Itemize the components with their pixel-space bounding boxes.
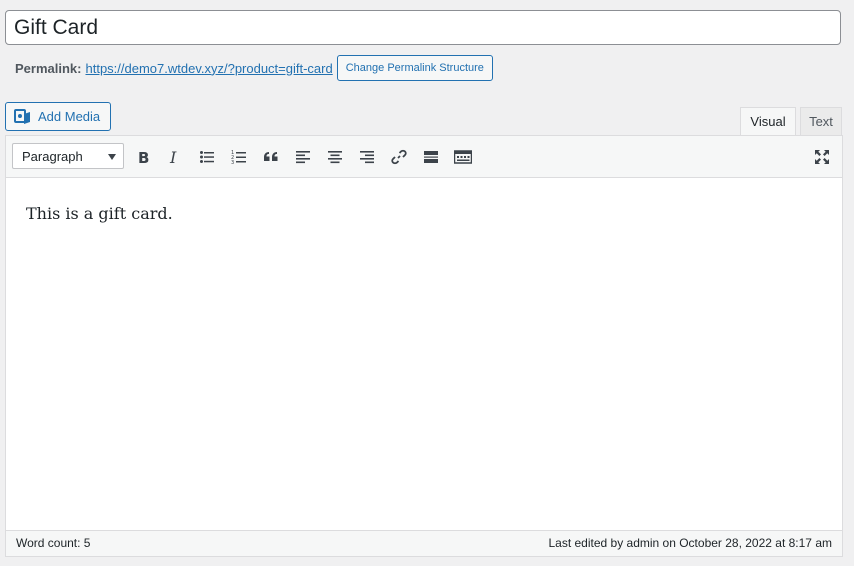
fullscreen-icon	[815, 150, 829, 164]
add-media-button[interactable]: Add Media	[5, 102, 111, 131]
format-select[interactable]: Paragraph	[12, 143, 124, 169]
last-edited: Last edited by admin on October 28, 2022…	[548, 536, 832, 550]
insert-link-button[interactable]	[385, 144, 413, 170]
format-select-value: Paragraph	[22, 148, 83, 164]
chevron-down-icon	[108, 154, 116, 160]
bulleted-list-button[interactable]	[193, 144, 221, 170]
read-more-icon	[424, 151, 438, 163]
blockquote-button[interactable]	[257, 144, 285, 170]
editor-content[interactable]: This is a gift card.	[26, 204, 173, 223]
tab-text[interactable]: Text	[800, 107, 842, 136]
svg-text:B: B	[138, 149, 149, 165]
align-left-icon	[296, 151, 310, 164]
permalink-label: Permalink:	[15, 60, 82, 76]
editor-container: Paragraph B I 1 2 3 This is a gift card.…	[5, 135, 843, 557]
word-count: Word count: 5	[16, 536, 91, 550]
media-icon	[14, 108, 30, 124]
blockquote-icon	[264, 152, 278, 161]
toolbar-toggle-icon	[454, 150, 472, 164]
numbered-list-button[interactable]: 1 2 3	[225, 144, 253, 170]
link-icon	[391, 149, 407, 165]
fullscreen-button[interactable]	[808, 144, 836, 170]
align-right-icon	[360, 151, 374, 164]
post-title-input[interactable]: Gift Card	[5, 10, 841, 45]
permalink-row: Permalink: https://demo7.wtdev.xyz/?prod…	[15, 55, 493, 81]
bulleted-list-icon	[200, 151, 214, 163]
read-more-button[interactable]	[417, 144, 445, 170]
editor-toolbar: Paragraph B I 1 2 3	[6, 136, 842, 178]
svg-text:3: 3	[231, 160, 234, 165]
add-media-label: Add Media	[38, 109, 101, 124]
align-center-button[interactable]	[321, 144, 349, 170]
bold-icon: B	[138, 149, 149, 165]
toolbar-toggle-button[interactable]	[449, 144, 477, 170]
permalink-url-link[interactable]: https://demo7.wtdev.xyz/?product=gift-ca…	[85, 61, 332, 76]
tab-visual[interactable]: Visual	[740, 107, 796, 136]
italic-button[interactable]: I	[161, 144, 189, 170]
change-permalink-structure-button[interactable]: Change Permalink Structure	[336, 55, 493, 81]
numbered-list-icon: 1 2 3	[231, 150, 246, 165]
bold-button[interactable]: B	[129, 144, 157, 170]
svg-text:I: I	[169, 149, 177, 165]
italic-icon: I	[169, 149, 177, 165]
align-center-icon	[328, 151, 342, 164]
align-right-button[interactable]	[353, 144, 381, 170]
editor-statusbar: Word count: 5 Last edited by admin on Oc…	[6, 530, 842, 556]
align-left-button[interactable]	[289, 144, 317, 170]
